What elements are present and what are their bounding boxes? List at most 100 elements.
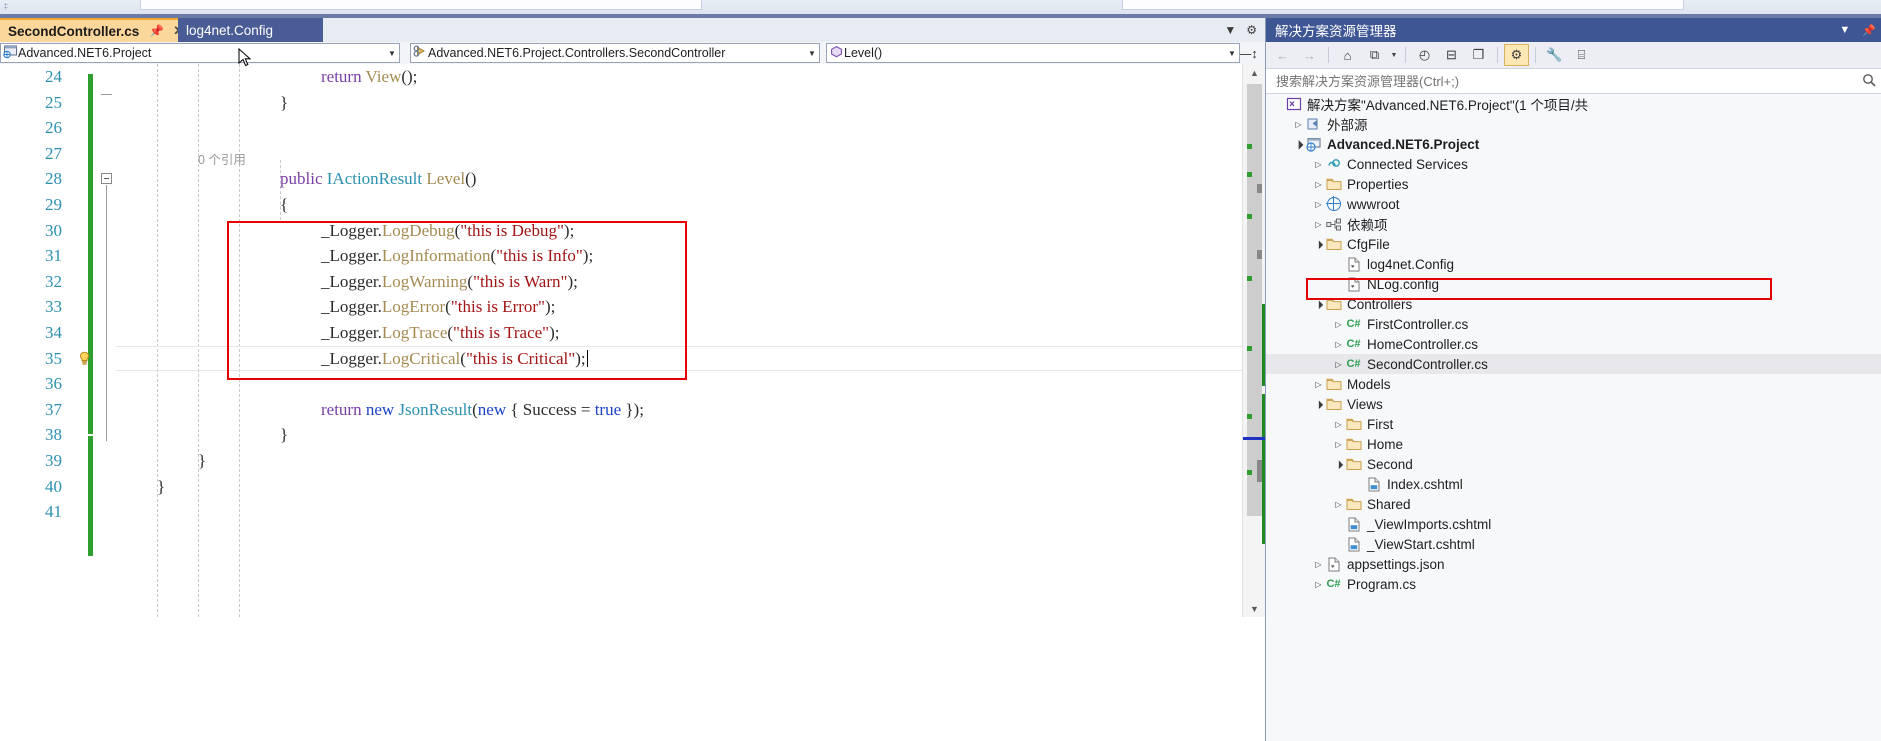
properties-icon[interactable]: 🔧 <box>1542 44 1567 66</box>
code-line[interactable]: 41 <box>0 499 1242 525</box>
gear-icon[interactable]: ⚙ <box>1246 23 1257 37</box>
chevron-down-icon[interactable]: ▼ <box>1389 52 1399 59</box>
tree-item-cfgfile[interactable]: ◢ CfgFile <box>1266 234 1881 254</box>
tree-item-shared[interactable]: ▷ Shared <box>1266 494 1881 514</box>
code-line[interactable]: 36 <box>0 371 1242 397</box>
codelens-reference-count[interactable]: 0 个引用 <box>198 149 246 168</box>
code-line[interactable]: 30 _Logger.LogDebug("this is Debug"); <box>0 218 1242 244</box>
chevron-down-icon[interactable]: ▼ <box>385 49 399 58</box>
code-line[interactable]: 24 return View(); <box>0 64 1242 90</box>
tree-item-connected-services[interactable]: ▷ Connected Services <box>1266 154 1881 174</box>
toolbar-grip[interactable] <box>4 3 8 10</box>
code-line[interactable]: 32 _Logger.LogWarning("this is Warn"); <box>0 269 1242 295</box>
chevron-down-icon[interactable]: ▼ <box>805 49 819 58</box>
chevron-expanded-icon[interactable]: ◢ <box>1311 236 1327 252</box>
chevron-down-icon[interactable]: ▼ <box>1224 23 1236 37</box>
editor-vertical-scrollbar[interactable]: ▲ ▼ <box>1242 64 1266 617</box>
chevron-expanded-icon[interactable]: ◢ <box>1331 456 1347 472</box>
chevron-collapsed-icon[interactable]: ▷ <box>1312 220 1325 229</box>
chevron-collapsed-icon[interactable]: ▷ <box>1312 200 1325 209</box>
view-switch-icon[interactable]: ⚙ <box>1504 44 1529 66</box>
code-line[interactable]: 40} <box>0 474 1242 500</box>
pin-icon[interactable]: 📌 <box>1862 24 1876 37</box>
code-line[interactable]: 28 public IActionResult Level() <box>0 166 1242 192</box>
tree-item-models[interactable]: ▷ Models <box>1266 374 1881 394</box>
tree-item-homecontroller-cs[interactable]: ▷ C# HomeController.cs <box>1266 334 1881 354</box>
search-input[interactable] <box>1274 72 1862 90</box>
forward-icon[interactable]: → <box>1297 44 1322 66</box>
chevron-collapsed-icon[interactable]: ▷ <box>1332 440 1345 449</box>
tab-second-controller[interactable]: SecondController.cs 📌 ✕ <box>0 18 193 42</box>
code-line[interactable]: 39} <box>0 448 1242 474</box>
tree-item-viewimports-cshtml[interactable]: _ViewImports.cshtml <box>1266 514 1881 534</box>
code-line[interactable]: 31 _Logger.LogInformation("this is Info")… <box>0 243 1242 269</box>
code-line[interactable]: 37 return new JsonResult(new { Success = … <box>0 397 1242 423</box>
solution-explorer-search[interactable] <box>1266 69 1881 94</box>
code-line[interactable]: 38} <box>0 422 1242 448</box>
back-icon[interactable]: ← <box>1270 44 1295 66</box>
home-icon[interactable]: ⌂ <box>1335 44 1360 66</box>
chevron-collapsed-icon[interactable]: ▷ <box>1332 320 1345 329</box>
chevron-down-icon[interactable]: ▼ <box>1225 49 1239 58</box>
chevron-collapsed-icon[interactable]: ▷ <box>1292 120 1305 129</box>
chevron-collapsed-icon[interactable]: ▷ <box>1312 380 1325 389</box>
chevron-expanded-icon[interactable]: ◢ <box>1311 396 1327 412</box>
scroll-down-icon[interactable]: ▼ <box>1243 600 1266 617</box>
collapse-all-icon[interactable]: ⊟ <box>1439 44 1464 66</box>
chevron-collapsed-icon[interactable]: ▷ <box>1332 360 1345 369</box>
pin-icon[interactable]: 📌 <box>149 24 164 38</box>
chevron-down-icon[interactable]: ▼ <box>1839 24 1850 36</box>
tree-item-wwwroot[interactable]: ▷ wwwroot <box>1266 194 1881 214</box>
show-all-files-icon[interactable]: ❐ <box>1466 44 1491 66</box>
chevron-collapsed-icon[interactable]: ▷ <box>1332 420 1345 429</box>
chevron-collapsed-icon[interactable]: ▷ <box>1332 340 1345 349</box>
navbar-type-dropdown[interactable]: Advanced.NET6.Project.Controllers.Second… <box>410 43 820 63</box>
pending-changes-icon[interactable]: ◴ <box>1412 44 1437 66</box>
navbar-member-dropdown[interactable]: Level() ▼ <box>826 43 1240 63</box>
tree-item-secondcontroller-cs[interactable]: ▷ C# SecondController.cs <box>1266 354 1881 374</box>
lightbulb-icon[interactable] <box>76 350 93 367</box>
chevron-collapsed-icon[interactable]: ▷ <box>1312 560 1325 569</box>
scroll-up-icon[interactable]: ▲ <box>1243 64 1266 81</box>
chevron-collapsed-icon[interactable]: ▷ <box>1332 500 1345 509</box>
tab-log4net-config[interactable]: log4net.Config <box>178 18 323 42</box>
navbar-project-dropdown[interactable]: Advanced.NET6.Project ▼ <box>0 43 400 63</box>
tree-item-firstcontroller-cs[interactable]: ▷ C# FirstController.cs <box>1266 314 1881 334</box>
search-icon[interactable] <box>1862 73 1876 90</box>
toolbar-combo-b[interactable] <box>1122 0 1684 10</box>
toolbar-combo-a[interactable] <box>140 0 702 10</box>
tree-item-controllers[interactable]: ◢ Controllers <box>1266 294 1881 314</box>
code-line[interactable]: 33 _Logger.LogError("this is Error"); <box>0 294 1242 320</box>
code-line[interactable]: 26 <box>0 115 1242 141</box>
code-line[interactable]: 29 { <box>0 192 1242 218</box>
tree-item-program-cs[interactable]: ▷ C# Program.cs <box>1266 574 1881 594</box>
split-view-icon[interactable]: ―↕ <box>1238 42 1258 64</box>
tree-item-views[interactable]: ◢ Views <box>1266 394 1881 414</box>
chevron-expanded-icon[interactable]: ◢ <box>1311 296 1327 312</box>
solution-tree[interactable]: 解决方案"Advanced.NET6.Project"(1 个项目/共 ▷ 外部源 ◢… <box>1266 94 1881 741</box>
tree-item-log4net-config[interactable]: log4net.Config <box>1266 254 1881 274</box>
code-line[interactable]: 25} <box>0 90 1242 116</box>
tree-item-properties[interactable]: ▷ Properties <box>1266 174 1881 194</box>
code-editor[interactable]: 24 return View(); 25} 26 27 28 public IActionR… <box>0 64 1242 617</box>
code-line[interactable]: 27 <box>0 141 1242 167</box>
tree-item-advanced-net6-project-1[interactable]: 解决方案"Advanced.NET6.Project"(1 个项目/共 <box>1266 94 1881 114</box>
sync-with-active-document-icon[interactable]: ⧉ <box>1362 44 1387 66</box>
collapse-region-toggle[interactable] <box>101 173 112 185</box>
tree-item-second[interactable]: ◢ Second <box>1266 454 1881 474</box>
tree-item-advanced-net6-project[interactable]: ◢ Advanced.NET6.Project <box>1266 134 1881 154</box>
tree-item-[interactable]: ▷ 依赖项 <box>1266 214 1881 234</box>
chevron-collapsed-icon[interactable]: ▷ <box>1312 160 1325 169</box>
tree-item-[interactable]: ▷ 外部源 <box>1266 114 1881 134</box>
tree-item-nlog-config[interactable]: NLog.config <box>1266 274 1881 294</box>
tree-item-viewstart-cshtml[interactable]: _ViewStart.cshtml <box>1266 534 1881 554</box>
chevron-expanded-icon[interactable]: ◢ <box>1291 136 1307 152</box>
tree-item-first[interactable]: ▷ First <box>1266 414 1881 434</box>
chevron-collapsed-icon[interactable]: ▷ <box>1312 580 1325 589</box>
code-line[interactable]: 34 _Logger.LogTrace("this is Trace"); <box>0 320 1242 346</box>
preview-selected-items-icon[interactable]: ⌸ <box>1569 44 1594 66</box>
tree-item-home[interactable]: ▷ Home <box>1266 434 1881 454</box>
tree-item-appsettings-json[interactable]: ▷ appsettings.json <box>1266 554 1881 574</box>
chevron-collapsed-icon[interactable]: ▷ <box>1312 180 1325 189</box>
tree-item-index-cshtml[interactable]: Index.cshtml <box>1266 474 1881 494</box>
